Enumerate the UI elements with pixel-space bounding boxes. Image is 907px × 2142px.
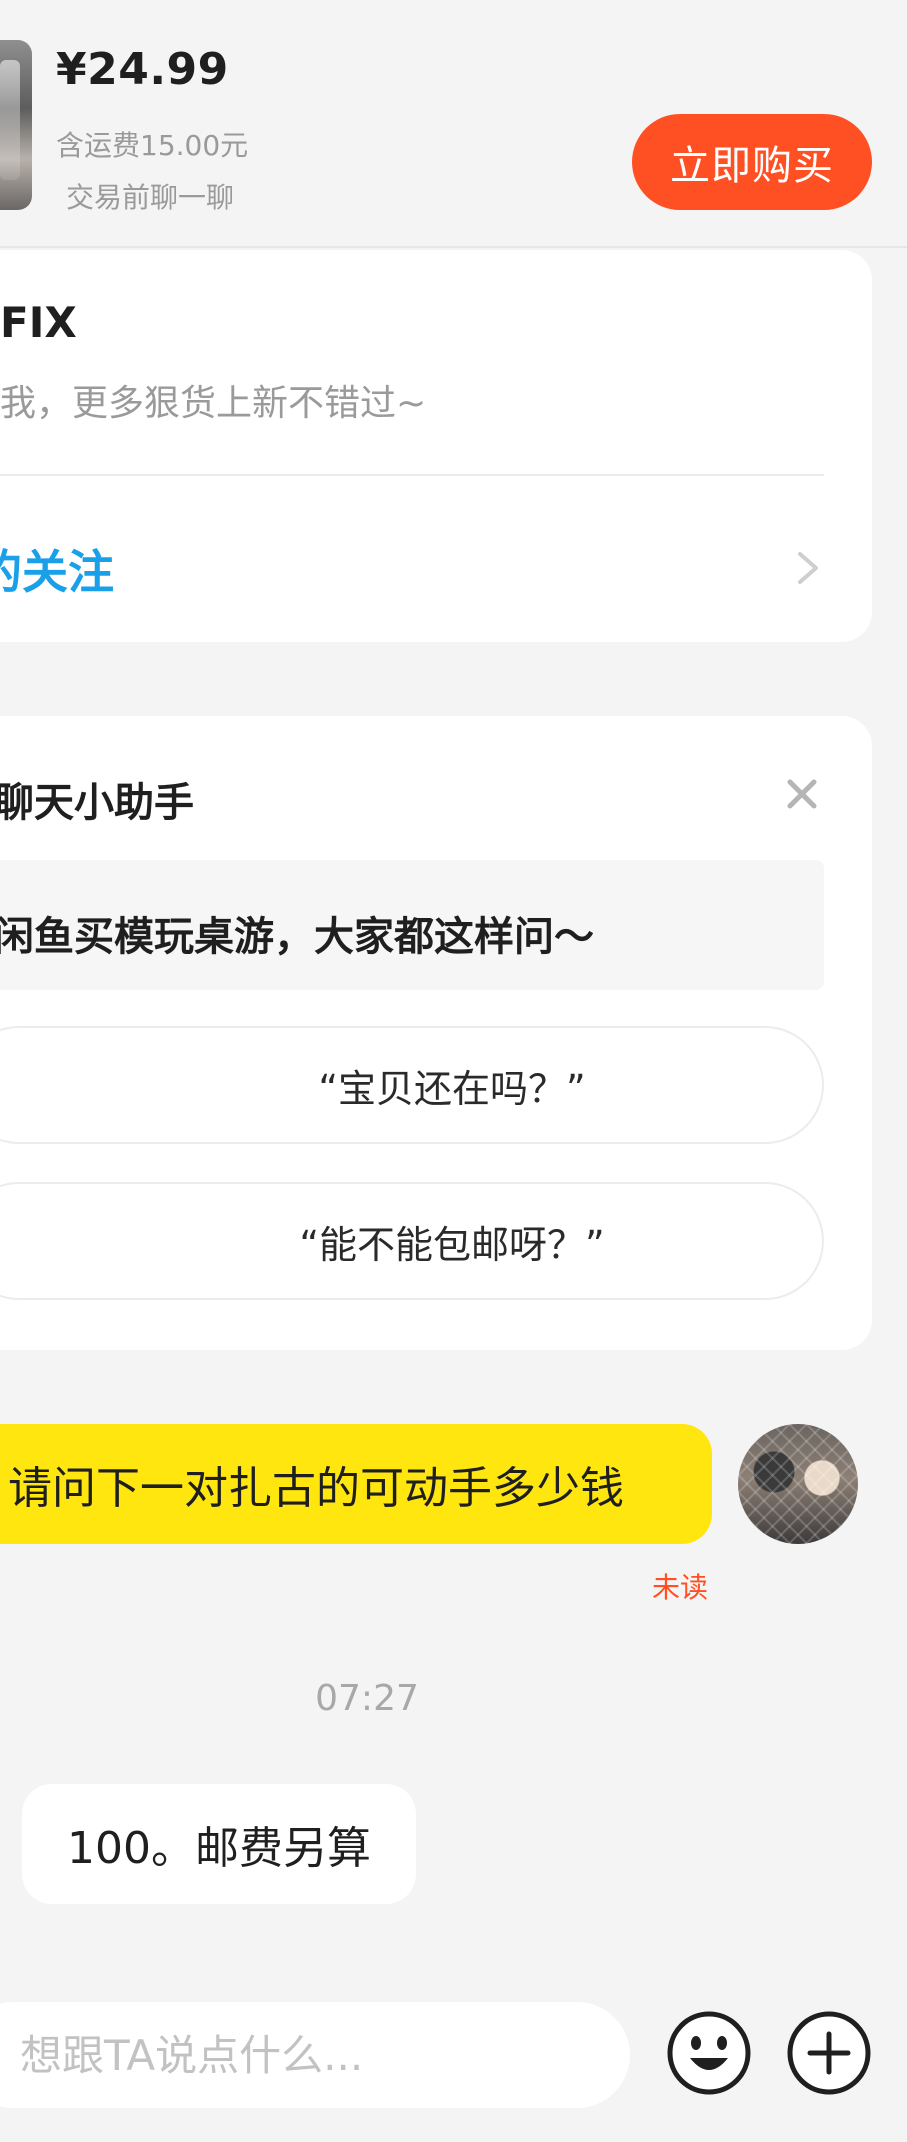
message-input[interactable]: [0, 2002, 630, 2108]
follow-card: FIX 我，更多狠货上新不错过~ 的关注: [0, 250, 872, 642]
follow-description: 我，更多狠货上新不错过~: [0, 383, 427, 424]
close-icon[interactable]: [782, 774, 822, 814]
avatar[interactable]: [738, 1424, 858, 1544]
quick-question-in-stock[interactable]: “宝贝还在吗？”: [0, 1026, 824, 1144]
outgoing-message[interactable]: 请问下一对扎古的可动手多少钱: [0, 1424, 712, 1544]
plus-icon[interactable]: [786, 2010, 872, 2096]
emoji-icon[interactable]: [666, 2010, 752, 2096]
message-timestamp: 07:27: [315, 1678, 419, 1719]
product-thumbnail[interactable]: [0, 40, 32, 210]
input-bar: [0, 1976, 907, 2142]
assistant-banner-text: 闲鱼买模玩桌游，大家都这样问～: [0, 914, 594, 960]
product-bar: ¥24.99 含运费15.00元 交易前聊一聊 立即购买: [0, 0, 907, 248]
divider: [0, 474, 824, 476]
quick-question-free-shipping[interactable]: “能不能包邮呀？”: [0, 1182, 824, 1300]
assistant-title: 聊天小助手: [0, 780, 194, 826]
chat-assistant-card: 聊天小助手 闲鱼买模玩桌游，大家都这样问～ “宝贝还在吗？” “能不能包邮呀？”: [0, 716, 872, 1350]
product-price: ¥24.99: [56, 44, 229, 95]
chevron-right-icon[interactable]: [790, 548, 826, 588]
pre-chat-label: 交易前聊一聊: [66, 181, 235, 214]
shipping-fee: 含运费15.00元: [56, 129, 249, 162]
incoming-message[interactable]: 100。邮费另算: [22, 1784, 416, 1904]
buy-now-button[interactable]: 立即购买: [632, 114, 872, 210]
unread-status: 未读: [652, 1571, 709, 1604]
seller-name: FIX: [0, 298, 77, 347]
chat-page: ¥24.99 含运费15.00元 交易前聊一聊 立即购买 FIX 我，更多狠货上…: [0, 0, 907, 2142]
assistant-banner: 闲鱼买模玩桌游，大家都这样问～: [0, 860, 824, 990]
follow-button[interactable]: 的关注: [0, 536, 114, 602]
